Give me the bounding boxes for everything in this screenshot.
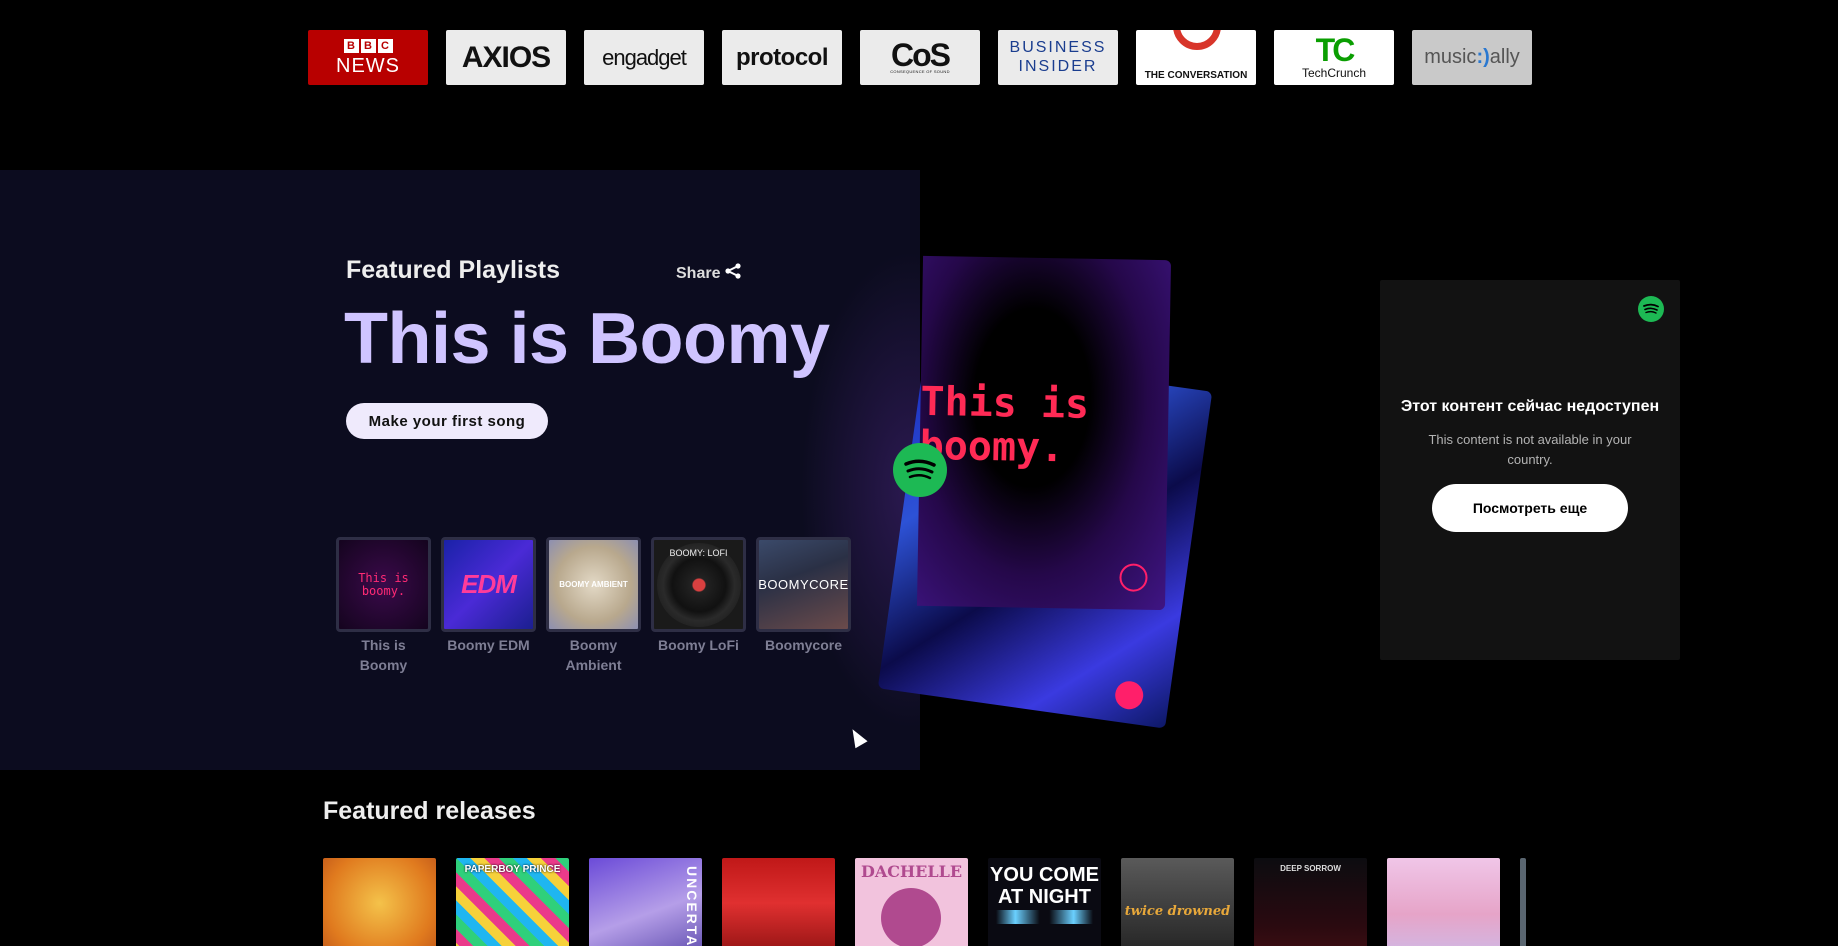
business-insider-logo: BUSINESS INSIDER <box>998 30 1118 85</box>
share-label: Share <box>676 264 721 282</box>
spotify-embed: Этот контент сейчас недоступен This cont… <box>1380 280 1680 660</box>
release-cover[interactable]: DACHELLE <box>855 858 968 946</box>
boomy-smiley-icon <box>1113 679 1146 712</box>
playlist-hero-title: This is Boomy <box>344 299 830 379</box>
share-button[interactable]: Share <box>676 262 742 285</box>
playlist-art: This is boomy. <box>336 537 431 632</box>
release-cover[interactable]: twice drowned <box>1121 858 1234 946</box>
playlist-label: This is Boomy <box>359 637 408 673</box>
release-cover[interactable] <box>722 858 835 946</box>
playlist-boomy-edm[interactable]: EDM Boomy EDM <box>441 537 536 675</box>
share-icon <box>724 262 742 285</box>
playlist-label: Boomycore <box>764 637 843 653</box>
release-cover[interactable] <box>1387 858 1500 946</box>
featured-playlists-heading: Featured Playlists <box>346 256 560 284</box>
album-cover-front[interactable]: This is boomy. <box>916 255 1172 611</box>
protocol-logo: protocol <box>722 30 842 85</box>
music-ally-logo: music:) ally <box>1412 30 1532 85</box>
release-cover[interactable]: DEEP SORROW <box>1254 858 1367 946</box>
playlist-art: BOOMY AMBIENT <box>546 537 641 632</box>
playlist-this-is-boomy[interactable]: This is boomy. This is Boomy <box>336 537 431 675</box>
playlist-art: EDM <box>441 537 536 632</box>
consequence-of-sound-logo: CoS CONSEQUENCE OF SOUND <box>860 30 980 85</box>
unavailable-heading: Этот контент сейчас недоступен <box>1400 398 1660 415</box>
featured-releases-row: PAPERBOY PRINCE UNCERTAIN DACHELLE YOU C… <box>323 858 1526 946</box>
axios-logo: AXIOS <box>446 30 566 85</box>
make-first-song-button[interactable]: Make your first song <box>346 403 548 439</box>
playlist-label: Boomy EDM <box>447 637 530 653</box>
release-cover[interactable]: UNCERTAIN <box>589 858 702 946</box>
release-cover-partial[interactable] <box>1520 858 1526 946</box>
bbc-news-logo: BBC NEWS <box>308 30 428 85</box>
spotify-icon[interactable] <box>893 443 947 497</box>
engadget-logo: engadget <box>584 30 704 85</box>
playlist-label: Boomy LoFi <box>658 637 739 653</box>
release-cover[interactable]: PAPERBOY PRINCE <box>456 858 569 946</box>
see-more-button[interactable]: Посмотреть еще <box>1432 484 1628 532</box>
release-cover[interactable] <box>323 858 436 946</box>
playlist-label: Boomy Ambient <box>565 637 622 673</box>
playlist-boomycore[interactable]: BOOMYCORE Boomycore <box>756 537 851 675</box>
playlist-art: BOOMYCORE <box>756 537 851 632</box>
techcrunch-logo: TC TechCrunch <box>1274 30 1394 85</box>
press-logos: BBC NEWS AXIOS engadget protocol CoS CON… <box>308 30 1532 85</box>
playlist-boomy-ambient[interactable]: BOOMY AMBIENT Boomy Ambient <box>546 537 641 675</box>
featured-releases-heading: Featured releases <box>323 797 536 825</box>
playlist-boomy-lofi[interactable]: BOOMY: LOFI Boomy LoFi <box>651 537 746 675</box>
release-cover[interactable]: YOU COME AT NIGHT <box>988 858 1101 946</box>
boomy-smiley-icon <box>1119 563 1148 592</box>
playlist-art: BOOMY: LOFI <box>651 537 746 632</box>
spotify-icon[interactable] <box>1638 296 1664 322</box>
the-conversation-logo: THE CONVERSATION <box>1136 30 1256 85</box>
playlist-thumbnails: This is boomy. This is Boomy EDM Boomy E… <box>336 537 851 675</box>
unavailable-message: This content is not available in your co… <box>1428 432 1632 468</box>
